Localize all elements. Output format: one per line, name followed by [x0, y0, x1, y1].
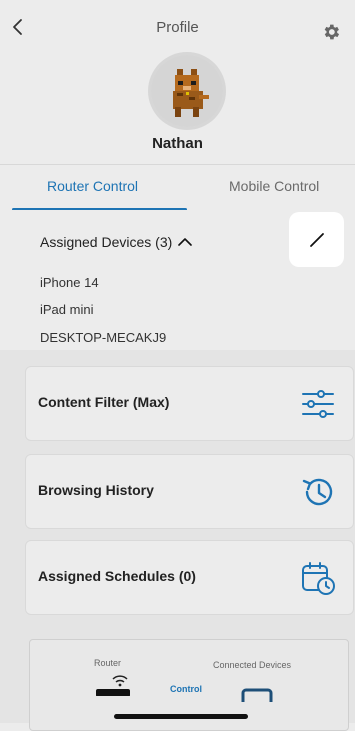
cat-avatar-icon — [151, 55, 223, 127]
assigned-devices-toggle[interactable]: Assigned Devices (3) — [40, 234, 193, 250]
chevron-up-icon — [178, 238, 193, 246]
router-icon — [96, 675, 130, 696]
sliders-icon — [302, 390, 334, 418]
gear-icon[interactable] — [321, 22, 341, 42]
assigned-schedules-label: Assigned Schedules (0) — [38, 568, 196, 584]
edit-devices-button[interactable] — [289, 212, 344, 267]
avatar[interactable] — [151, 55, 223, 127]
connected-devices-label: Connected Devices — [213, 660, 292, 670]
profile-name: Nathan — [152, 135, 203, 152]
profile-header: Profile Nathan — [0, 0, 355, 165]
device-item: iPad mini — [40, 302, 94, 317]
page-title: Profile — [156, 19, 199, 36]
calendar-clock-icon — [302, 562, 335, 595]
controls-section: Content Filter (Max) Browsing History As… — [0, 350, 355, 731]
router-label: Router — [94, 658, 122, 668]
home-indicator — [114, 714, 248, 719]
tab-bar: Router Control Mobile Control — [0, 165, 355, 211]
history-icon — [302, 478, 333, 506]
assigned-devices-section: Assigned Devices (3) iPhone 14 iPad mini… — [0, 210, 355, 350]
tab-mobile-control[interactable]: Mobile Control — [229, 178, 319, 194]
content-filter-label: Content Filter (Max) — [38, 394, 170, 410]
browsing-history-card[interactable]: Browsing History — [25, 454, 354, 529]
browsing-history-label: Browsing History — [38, 482, 154, 498]
device-item: DESKTOP-MECAKJ9 — [40, 330, 167, 345]
content-filter-card[interactable]: Content Filter (Max) — [25, 366, 354, 441]
assigned-schedules-card[interactable]: Assigned Schedules (0) — [25, 540, 354, 615]
pencil-icon — [309, 232, 324, 247]
tab-router-control[interactable]: Router Control — [47, 178, 138, 194]
connected-devices-icon — [241, 688, 273, 702]
device-item: iPhone 14 — [40, 275, 99, 290]
control-label: Control — [170, 684, 202, 694]
assigned-devices-title: Assigned Devices (3) — [40, 234, 173, 250]
